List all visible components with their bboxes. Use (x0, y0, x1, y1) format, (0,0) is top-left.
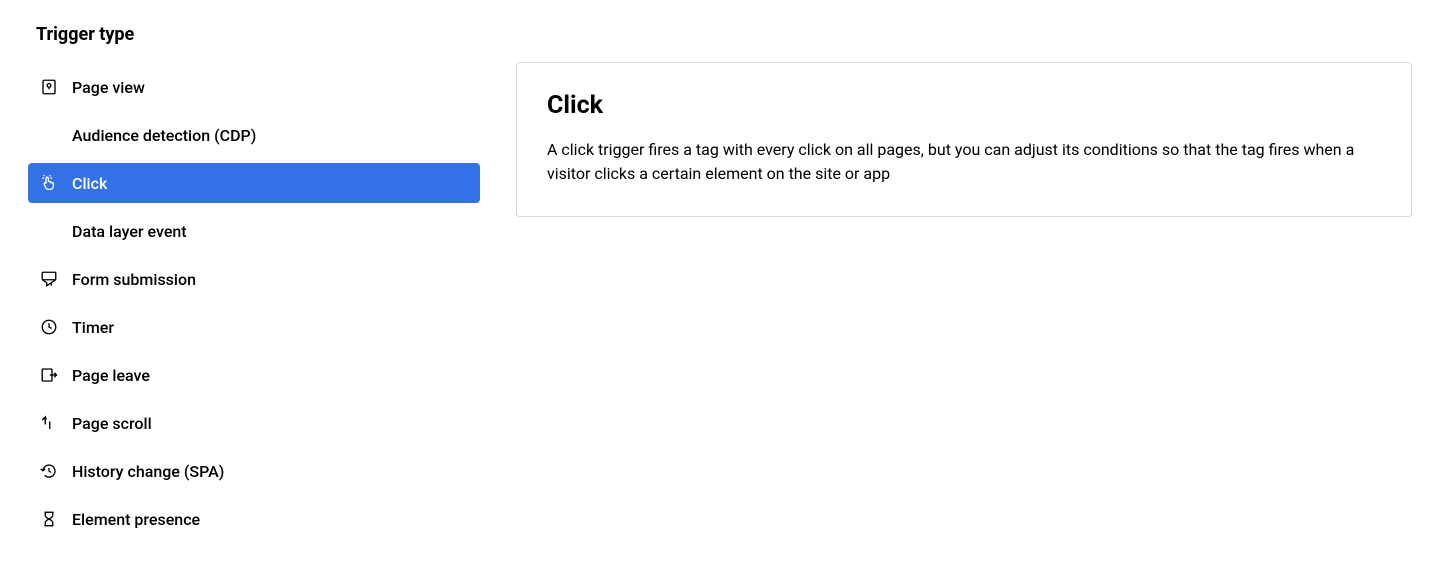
trigger-item-click[interactable]: Click (28, 163, 480, 203)
page-leave-icon (40, 366, 58, 384)
trigger-item-data-layer[interactable]: Data layer event (28, 211, 480, 251)
trigger-item-form[interactable]: Form submission (28, 259, 480, 299)
trigger-item-label: Click (72, 174, 107, 193)
detail-title: Click (547, 91, 1381, 120)
trigger-item-label: Page view (72, 78, 145, 97)
detail-description: A click trigger fires a tag with every c… (547, 138, 1381, 186)
trigger-type-sidebar: Trigger type Page view Audience detectio… (28, 24, 480, 539)
trigger-item-label: History change (SPA) (72, 462, 224, 481)
trigger-item-element-presence[interactable]: Element presence (28, 499, 480, 539)
form-icon (40, 270, 58, 288)
detail-panel: Click A click trigger fires a tag with e… (516, 62, 1412, 539)
trigger-item-label: Page leave (72, 366, 150, 385)
scroll-icon (40, 414, 58, 432)
trigger-item-label: Audience detection (CDP) (72, 126, 256, 145)
timer-icon (40, 318, 58, 336)
hourglass-icon (40, 510, 58, 528)
trigger-item-page-view[interactable]: Page view (28, 67, 480, 107)
trigger-item-label: Page scroll (72, 414, 152, 433)
history-icon (40, 462, 58, 480)
trigger-item-label: Data layer event (72, 222, 187, 241)
trigger-item-timer[interactable]: Timer (28, 307, 480, 347)
audience-icon (40, 126, 58, 144)
trigger-list: Page view Audience detection (CDP) Click… (28, 67, 480, 539)
trigger-item-page-leave[interactable]: Page leave (28, 355, 480, 395)
section-title: Trigger type (28, 24, 480, 45)
click-icon (40, 174, 58, 192)
trigger-item-label: Timer (72, 318, 114, 337)
trigger-item-label: Element presence (72, 510, 200, 529)
detail-card: Click A click trigger fires a tag with e… (516, 62, 1412, 217)
trigger-item-scroll[interactable]: Page scroll (28, 403, 480, 443)
trigger-item-label: Form submission (72, 270, 196, 289)
page-view-icon (40, 78, 58, 96)
layers-icon (40, 222, 58, 240)
trigger-item-audience[interactable]: Audience detection (CDP) (28, 115, 480, 155)
trigger-item-history[interactable]: History change (SPA) (28, 451, 480, 491)
